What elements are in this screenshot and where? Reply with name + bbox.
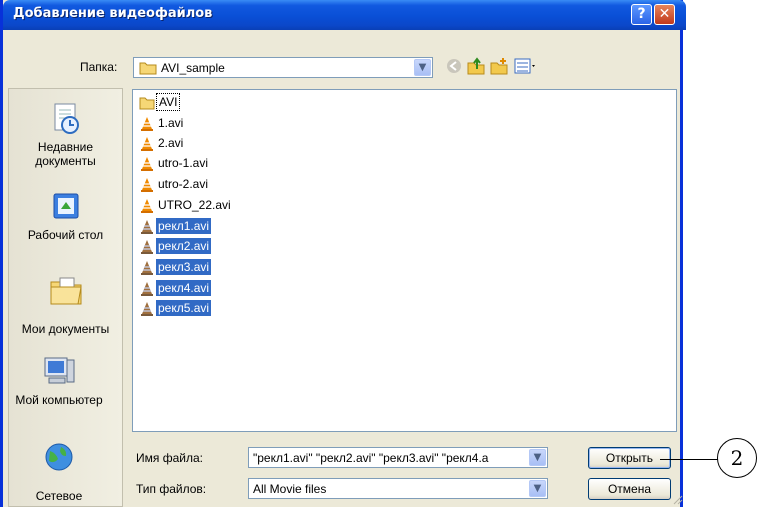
callout-line (660, 459, 720, 460)
file-name: utro-2.avi (158, 177, 209, 191)
place-my-computer[interactable]: Мой компьютер (9, 354, 109, 407)
place-label: Мой компьютер (15, 393, 103, 407)
list-item[interactable]: рекл2.avi (139, 237, 212, 255)
chevron-down-icon[interactable]: ▼ (414, 59, 431, 76)
list-item[interactable]: UTRO_22.avi (139, 196, 233, 214)
vlc-cone-icon (141, 260, 153, 275)
list-item[interactable]: utro-1.avi (139, 154, 210, 172)
filetype-value: All Movie files (253, 482, 327, 496)
file-list[interactable]: AVI 1.avi 2.avi utro-1.avi utro-2.avi UT… (132, 89, 677, 432)
place-recent-documents[interactable]: Недавние документы (9, 101, 122, 168)
vlc-cone-icon (141, 239, 153, 254)
list-item[interactable]: 2.avi (139, 134, 185, 152)
file-name: UTRO_22.avi (158, 198, 231, 212)
place-network[interactable]: Сетевое (9, 441, 109, 503)
help-button[interactable]: ? (631, 4, 652, 25)
place-my-documents[interactable]: Мои документы (9, 272, 122, 336)
places-bar: Недавние документы Рабочий стол Мои доку… (8, 88, 123, 507)
back-icon[interactable] (445, 57, 463, 75)
list-item[interactable]: 1.avi (139, 114, 185, 132)
vlc-cone-icon (141, 156, 153, 171)
file-name: 1.avi (158, 116, 184, 130)
cancel-button[interactable]: Отмена (588, 478, 671, 500)
file-name: рекл4.avi (156, 280, 212, 296)
dialog-title: Добавление видеофайлов (13, 6, 213, 21)
folder-combo[interactable]: AVI_sample ▼ (133, 57, 433, 78)
chevron-down-icon[interactable]: ▼ (529, 480, 546, 497)
place-label: Недавние документы (35, 140, 96, 168)
close-button[interactable]: ✕ (654, 4, 675, 25)
filename-input[interactable]: "рекл1.avi" "рекл2.avi" "рекл3.avi" "рек… (248, 447, 548, 468)
file-name: utro-1.avi (158, 156, 209, 170)
list-item[interactable]: рекл4.avi (139, 279, 212, 297)
file-name: 2.avi (158, 136, 184, 150)
open-button[interactable]: Открыть (588, 447, 671, 469)
resize-grip-icon[interactable] (671, 493, 683, 505)
folder-icon (139, 62, 157, 75)
my-documents-icon (48, 272, 84, 308)
folder-label: Папка: (80, 60, 118, 74)
file-name: AVI (156, 93, 181, 111)
callout-marker: 2 (717, 438, 757, 478)
filetype-label: Тип файлов: (136, 482, 207, 496)
filetype-select[interactable]: All Movie files ▼ (248, 478, 548, 499)
place-label: Сетевое (35, 489, 83, 503)
title-bar[interactable]: Добавление видеофайлов ? ✕ (3, 0, 686, 30)
file-dialog: Добавление видеофайлов ? ✕ Папка: AVI_sa… (0, 0, 686, 507)
file-name: рекл3.avi (156, 259, 212, 275)
file-name: рекл1.avi (156, 218, 212, 234)
chevron-down-icon[interactable]: ▼ (529, 449, 546, 466)
list-item[interactable]: utro-2.avi (139, 175, 210, 193)
file-name: рекл5.avi (156, 300, 212, 316)
folder-icon (139, 97, 155, 110)
vlc-cone-icon (141, 281, 153, 296)
network-icon (41, 441, 77, 477)
vlc-cone-icon (141, 219, 153, 234)
folder-value: AVI_sample (161, 61, 225, 75)
vlc-cone-icon (141, 136, 153, 151)
view-menu-icon[interactable] (514, 57, 538, 75)
vlc-cone-icon (141, 177, 153, 192)
filename-value: "рекл1.avi" "рекл2.avi" "рекл3.avi" "рек… (253, 451, 489, 465)
list-item[interactable]: рекл5.avi (139, 299, 212, 317)
up-folder-icon[interactable] (467, 57, 485, 75)
vlc-cone-icon (141, 198, 153, 213)
file-name: рекл2.avi (156, 238, 212, 254)
list-item[interactable]: AVI (139, 93, 181, 111)
list-item[interactable]: рекл1.avi (139, 217, 212, 235)
my-computer-icon (41, 354, 77, 390)
vlc-cone-icon (141, 301, 153, 316)
place-label: Рабочий стол (27, 228, 104, 242)
new-folder-icon[interactable] (490, 57, 508, 75)
desktop-icon (48, 189, 84, 225)
filename-label: Имя файла: (136, 451, 203, 465)
place-desktop[interactable]: Рабочий стол (9, 189, 122, 242)
list-item[interactable]: рекл3.avi (139, 258, 212, 276)
place-label: Мои документы (21, 322, 110, 336)
recent-documents-icon (48, 101, 84, 137)
vlc-cone-icon (141, 116, 153, 131)
